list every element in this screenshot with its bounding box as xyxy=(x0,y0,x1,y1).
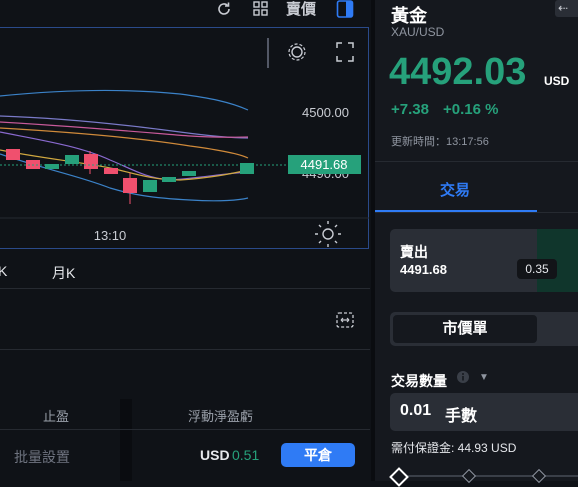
candle xyxy=(65,155,79,164)
column-header-take-profit: 止盈 xyxy=(43,409,70,424)
sell-price-toggle[interactable]: 賣價 xyxy=(286,1,316,19)
instrument-price: 4492.03 xyxy=(389,51,527,93)
timeframe-tab[interactable]: 月K xyxy=(52,263,75,283)
quantity-slider[interactable] xyxy=(389,467,578,487)
quantity-input[interactable]: 0.01 手數 xyxy=(390,393,578,431)
price-change-abs: +7.38 xyxy=(391,101,429,118)
chart-canvas: 4500.00 4490.00 4491.68 13:10 xyxy=(0,38,369,247)
quantity-label: 交易數量 xyxy=(391,373,447,389)
sun-icon[interactable] xyxy=(315,221,341,247)
pnl-value: 0.51 xyxy=(232,447,260,463)
divider xyxy=(375,161,578,162)
price-change-pct: +0.16 % xyxy=(443,101,499,118)
divider xyxy=(0,349,370,350)
expand-icon[interactable] xyxy=(335,311,355,334)
slider-handle[interactable] xyxy=(389,467,409,487)
tab-trade[interactable]: 交易 xyxy=(440,179,470,200)
fullscreen-icon[interactable] xyxy=(336,42,354,62)
candle xyxy=(240,163,254,174)
candle xyxy=(104,168,118,174)
instrument-symbol: XAU/USD xyxy=(391,25,445,39)
sell-label: 賣出 xyxy=(400,244,428,260)
positions-action-row: 批量設置 USD 0.51 平倉 xyxy=(0,430,370,481)
price-chart[interactable]: 4500.00 4490.00 4491.68 13:10 xyxy=(0,27,369,249)
chevron-down-icon[interactable]: ▼ xyxy=(479,372,489,383)
candle xyxy=(182,171,196,176)
order-type-market[interactable]: 市價單 xyxy=(393,315,537,343)
refresh-icon[interactable] xyxy=(215,0,233,22)
timeframe-tabs: K 月K xyxy=(0,258,372,284)
candle xyxy=(162,177,176,182)
close-position-button[interactable]: 平倉 xyxy=(281,443,355,467)
back-arrow-icon[interactable]: ⇠ xyxy=(555,0,578,17)
update-time: 更新時間：13:17:56 xyxy=(391,136,489,148)
divider xyxy=(375,212,578,213)
gear-icon[interactable] xyxy=(288,43,306,61)
y-tick-label: 4500.00 xyxy=(302,105,349,120)
quantity-value: 0.01 xyxy=(400,402,432,419)
slider-track xyxy=(390,475,578,477)
column-header-floating-pnl: 浮動淨盈虧 xyxy=(188,409,254,424)
candle xyxy=(6,149,20,160)
candle xyxy=(123,178,137,193)
margin-required: 需付保證金: 44.93 USD xyxy=(391,441,517,455)
chart-pane: 賣價 4500.00 4491.68 13:10 K 月K 止盈 浮動淨盈虧 批… xyxy=(0,0,372,481)
grid-icon[interactable] xyxy=(252,0,270,22)
price-currency: USD xyxy=(544,74,570,88)
sell-price: 4491.68 xyxy=(400,262,447,277)
candle xyxy=(84,154,98,169)
chart-toolbar: 賣價 xyxy=(0,0,372,22)
order-type-toggle: 市價單 xyxy=(390,312,578,346)
timeframe-tab[interactable]: K xyxy=(0,263,7,279)
panel-toggle-icon[interactable] xyxy=(336,0,354,22)
candle xyxy=(143,180,157,192)
pnl-currency: USD xyxy=(200,447,230,463)
quantity-unit: 手數 xyxy=(445,408,478,425)
spread-badge: 0.35 xyxy=(517,259,557,279)
trade-panel: 黃金 XAU/USD ⇠ 4492.03 USD +7.38 +0.16 % 更… xyxy=(375,0,578,487)
current-price-label: 4491.68 xyxy=(301,157,348,172)
info-icon[interactable] xyxy=(456,370,470,389)
x-tick-label: 13:10 xyxy=(94,228,127,243)
batch-settings-button[interactable]: 批量設置 xyxy=(14,447,70,467)
